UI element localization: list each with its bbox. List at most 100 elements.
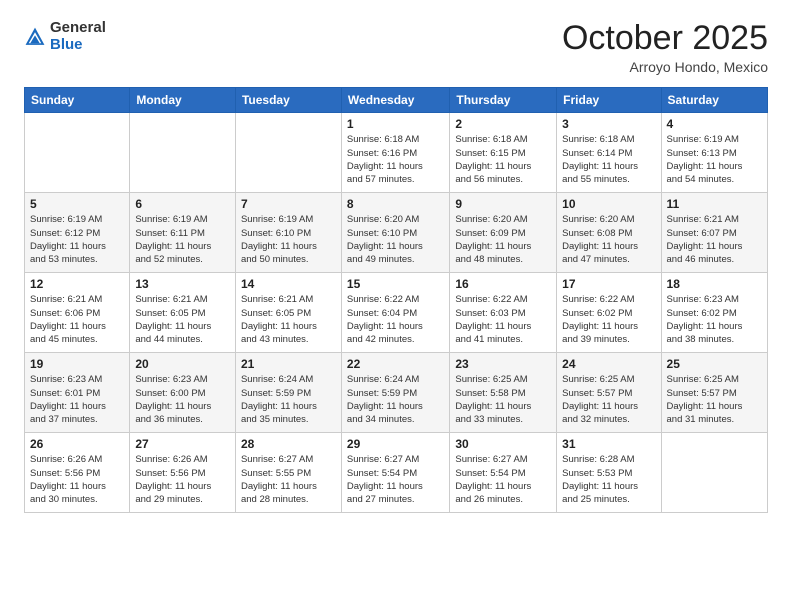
day-number: 16 bbox=[455, 277, 551, 291]
day-info: Sunrise: 6:24 AM Sunset: 5:59 PM Dayligh… bbox=[347, 373, 444, 426]
calendar-cell-w2-d4: 8Sunrise: 6:20 AM Sunset: 6:10 PM Daylig… bbox=[341, 193, 449, 273]
day-info: Sunrise: 6:25 AM Sunset: 5:57 PM Dayligh… bbox=[562, 373, 655, 426]
calendar-cell-w5-d4: 29 Sunrise: 6:27 AM Sunset: 5:54 PM Dayli… bbox=[341, 433, 449, 513]
day-info: Sunrise: 6:21 AM Sunset: 6:06 PM Dayligh… bbox=[30, 293, 124, 346]
calendar-cell-w4-d3: 21 Sunrise: 6:24 AM Sunset: 5:59 PM Dayli… bbox=[235, 353, 341, 433]
day-number: 26 bbox=[30, 437, 124, 451]
calendar-cell-w4-d6: 24Sunrise: 6:25 AM Sunset: 5:57 PM Dayli… bbox=[557, 353, 661, 433]
day-number: 11 bbox=[667, 197, 762, 211]
day-number: 25 bbox=[667, 357, 762, 371]
day-number: 8 bbox=[347, 197, 444, 211]
day-info: Sunrise: 6:19 AM Sunset: 6:10 PM Dayligh… bbox=[241, 213, 336, 266]
calendar-cell-w5-d7 bbox=[661, 433, 767, 513]
day-info: Sunrise: 6:26 AM Sunset: 5:56 PM Dayligh… bbox=[30, 453, 124, 506]
calendar-cell-w3-d5: 16Sunrise: 6:22 AM Sunset: 6:03 PM Dayli… bbox=[450, 273, 557, 353]
day-info: Sunrise: 6:27 AM Sunset: 5:55 PM Dayligh… bbox=[241, 453, 336, 506]
calendar-cell-w3-d1: 12 Sunrise: 6:21 AM Sunset: 6:06 PM Dayli… bbox=[25, 273, 130, 353]
calendar-cell-w2-d6: 10 Sunrise: 6:20 AM Sunset: 6:08 PM Dayli… bbox=[557, 193, 661, 273]
day-info: Sunrise: 6:21 AM Sunset: 6:05 PM Dayligh… bbox=[241, 293, 336, 346]
calendar-page: General Blue October 2025 Arroyo Hondo, … bbox=[0, 0, 792, 612]
day-number: 28 bbox=[241, 437, 336, 451]
logo-general: General bbox=[50, 19, 106, 36]
day-number: 27 bbox=[135, 437, 230, 451]
logo-text: General Blue bbox=[50, 20, 106, 53]
calendar-cell-w5-d1: 26 Sunrise: 6:26 AM Sunset: 5:56 PM Dayli… bbox=[25, 433, 130, 513]
day-info: Sunrise: 6:19 AM Sunset: 6:12 PM Dayligh… bbox=[30, 213, 124, 266]
day-info: Sunrise: 6:21 AM Sunset: 6:07 PM Dayligh… bbox=[667, 213, 762, 266]
day-info: Sunrise: 6:24 AM Sunset: 5:59 PM Dayligh… bbox=[241, 373, 336, 426]
day-info: Sunrise: 6:18 AM Sunset: 6:15 PM Dayligh… bbox=[455, 133, 551, 186]
calendar-header-row: Sunday Monday Tuesday Wednesday Thursday… bbox=[25, 88, 768, 113]
day-number: 1 bbox=[347, 117, 444, 131]
calendar-cell-w1-d7: 4Sunrise: 6:19 AM Sunset: 6:13 PM Daylig… bbox=[661, 113, 767, 193]
logo: General Blue bbox=[24, 20, 106, 53]
day-info: Sunrise: 6:27 AM Sunset: 5:54 PM Dayligh… bbox=[455, 453, 551, 506]
col-saturday: Saturday bbox=[661, 88, 767, 113]
col-tuesday: Tuesday bbox=[235, 88, 341, 113]
month-title: October 2025 bbox=[562, 20, 768, 57]
col-sunday: Sunday bbox=[25, 88, 130, 113]
calendar-cell-w4-d2: 20 Sunrise: 6:23 AM Sunset: 6:00 PM Dayli… bbox=[130, 353, 236, 433]
calendar-cell-w5-d2: 27 Sunrise: 6:26 AM Sunset: 5:56 PM Dayli… bbox=[130, 433, 236, 513]
day-info: Sunrise: 6:18 AM Sunset: 6:14 PM Dayligh… bbox=[562, 133, 655, 186]
header: General Blue October 2025 Arroyo Hondo, … bbox=[24, 20, 768, 75]
logo-blue: Blue bbox=[50, 36, 83, 53]
calendar-cell-w1-d1 bbox=[25, 113, 130, 193]
day-number: 21 bbox=[241, 357, 336, 371]
day-info: Sunrise: 6:18 AM Sunset: 6:16 PM Dayligh… bbox=[347, 133, 444, 186]
day-info: Sunrise: 6:27 AM Sunset: 5:54 PM Dayligh… bbox=[347, 453, 444, 506]
day-info: Sunrise: 6:26 AM Sunset: 5:56 PM Dayligh… bbox=[135, 453, 230, 506]
day-number: 2 bbox=[455, 117, 551, 131]
day-info: Sunrise: 6:19 AM Sunset: 6:13 PM Dayligh… bbox=[667, 133, 762, 186]
day-number: 5 bbox=[30, 197, 124, 211]
day-info: Sunrise: 6:20 AM Sunset: 6:09 PM Dayligh… bbox=[455, 213, 551, 266]
day-number: 13 bbox=[135, 277, 230, 291]
calendar-cell-w3-d4: 15Sunrise: 6:22 AM Sunset: 6:04 PM Dayli… bbox=[341, 273, 449, 353]
col-wednesday: Wednesday bbox=[341, 88, 449, 113]
calendar-cell-w1-d6: 3 Sunrise: 6:18 AM Sunset: 6:14 PM Daylig… bbox=[557, 113, 661, 193]
day-info: Sunrise: 6:23 AM Sunset: 6:02 PM Dayligh… bbox=[667, 293, 762, 346]
day-number: 9 bbox=[455, 197, 551, 211]
day-number: 17 bbox=[562, 277, 655, 291]
col-friday: Friday bbox=[557, 88, 661, 113]
calendar-cell-w1-d2 bbox=[130, 113, 236, 193]
day-number: 12 bbox=[30, 277, 124, 291]
day-number: 10 bbox=[562, 197, 655, 211]
calendar-cell-w3-d6: 17 Sunrise: 6:22 AM Sunset: 6:02 PM Dayli… bbox=[557, 273, 661, 353]
col-thursday: Thursday bbox=[450, 88, 557, 113]
calendar-cell-w1-d4: 1 Sunrise: 6:18 AM Sunset: 6:16 PM Daylig… bbox=[341, 113, 449, 193]
day-number: 29 bbox=[347, 437, 444, 451]
calendar-cell-w1-d3 bbox=[235, 113, 341, 193]
day-number: 14 bbox=[241, 277, 336, 291]
calendar-week-4: 19Sunrise: 6:23 AM Sunset: 6:01 PM Dayli… bbox=[25, 353, 768, 433]
calendar-cell-w3-d3: 14 Sunrise: 6:21 AM Sunset: 6:05 PM Dayli… bbox=[235, 273, 341, 353]
day-info: Sunrise: 6:25 AM Sunset: 5:57 PM Dayligh… bbox=[667, 373, 762, 426]
calendar-cell-w2-d3: 7 Sunrise: 6:19 AM Sunset: 6:10 PM Daylig… bbox=[235, 193, 341, 273]
day-info: Sunrise: 6:22 AM Sunset: 6:02 PM Dayligh… bbox=[562, 293, 655, 346]
col-monday: Monday bbox=[130, 88, 236, 113]
day-info: Sunrise: 6:28 AM Sunset: 5:53 PM Dayligh… bbox=[562, 453, 655, 506]
calendar-cell-w5-d6: 31Sunrise: 6:28 AM Sunset: 5:53 PM Dayli… bbox=[557, 433, 661, 513]
calendar-cell-w4-d7: 25 Sunrise: 6:25 AM Sunset: 5:57 PM Dayli… bbox=[661, 353, 767, 433]
day-number: 30 bbox=[455, 437, 551, 451]
calendar-week-1: 1 Sunrise: 6:18 AM Sunset: 6:16 PM Daylig… bbox=[25, 113, 768, 193]
day-number: 20 bbox=[135, 357, 230, 371]
day-number: 18 bbox=[667, 277, 762, 291]
day-info: Sunrise: 6:20 AM Sunset: 6:08 PM Dayligh… bbox=[562, 213, 655, 266]
day-info: Sunrise: 6:25 AM Sunset: 5:58 PM Dayligh… bbox=[455, 373, 551, 426]
day-number: 7 bbox=[241, 197, 336, 211]
calendar-table: Sunday Monday Tuesday Wednesday Thursday… bbox=[24, 87, 768, 513]
day-info: Sunrise: 6:23 AM Sunset: 6:00 PM Dayligh… bbox=[135, 373, 230, 426]
calendar-week-3: 12 Sunrise: 6:21 AM Sunset: 6:06 PM Dayli… bbox=[25, 273, 768, 353]
day-number: 6 bbox=[135, 197, 230, 211]
calendar-cell-w2-d5: 9 Sunrise: 6:20 AM Sunset: 6:09 PM Daylig… bbox=[450, 193, 557, 273]
day-number: 22 bbox=[347, 357, 444, 371]
title-block: October 2025 Arroyo Hondo, Mexico bbox=[562, 20, 768, 75]
day-info: Sunrise: 6:23 AM Sunset: 6:01 PM Dayligh… bbox=[30, 373, 124, 426]
calendar-week-5: 26 Sunrise: 6:26 AM Sunset: 5:56 PM Dayli… bbox=[25, 433, 768, 513]
calendar-cell-w3-d2: 13 Sunrise: 6:21 AM Sunset: 6:05 PM Dayli… bbox=[130, 273, 236, 353]
day-info: Sunrise: 6:21 AM Sunset: 6:05 PM Dayligh… bbox=[135, 293, 230, 346]
calendar-cell-w2-d7: 11 Sunrise: 6:21 AM Sunset: 6:07 PM Dayli… bbox=[661, 193, 767, 273]
day-number: 3 bbox=[562, 117, 655, 131]
calendar-cell-w5-d5: 30 Sunrise: 6:27 AM Sunset: 5:54 PM Dayli… bbox=[450, 433, 557, 513]
